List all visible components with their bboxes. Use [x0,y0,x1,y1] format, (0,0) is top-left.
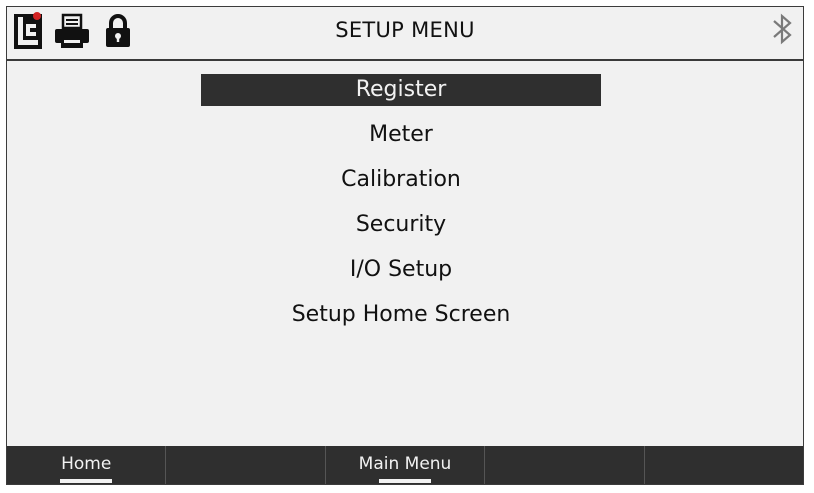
softkey-4[interactable] [485,446,645,484]
softkey-5[interactable] [645,446,803,484]
bluetooth-icon [769,11,795,51]
active-indicator [379,479,432,483]
header-bar: SETUP MENU [7,7,803,61]
main-menu-softkey-label: Main Menu [358,454,452,474]
menu-item-register[interactable]: Register [201,74,601,106]
softkey-bar: Home Main Menu [7,446,803,484]
menu-item-setup-home-screen[interactable]: Setup Home Screen [201,299,601,331]
setup-menu-list: Register Meter Calibration Security I/O … [7,74,803,344]
softkey-2[interactable] [166,446,326,484]
menu-item-meter[interactable]: Meter [201,119,601,151]
menu-item-security[interactable]: Security [201,209,601,241]
home-softkey[interactable]: Home [7,446,167,484]
screen-frame: SETUP MENU Register Meter Calibration Se… [6,6,804,485]
page-title: SETUP MENU [335,18,475,42]
active-indicator [60,479,113,483]
main-menu-softkey[interactable]: Main Menu [326,446,486,484]
menu-item-calibration[interactable]: Calibration [201,164,601,196]
menu-item-io-setup[interactable]: I/O Setup [201,254,601,286]
home-softkey-label: Home [61,454,112,474]
